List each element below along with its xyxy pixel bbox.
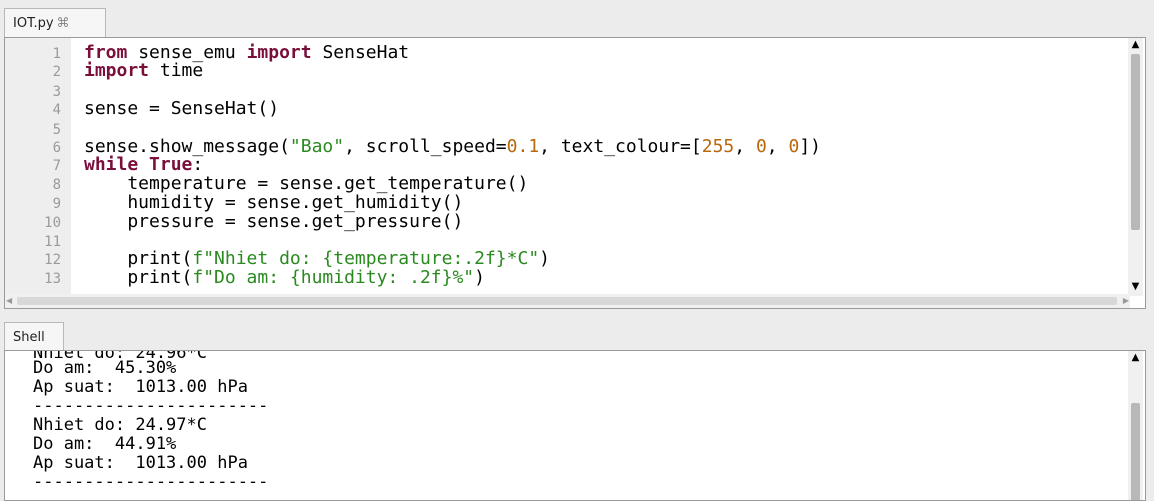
shell-line: Do am: 44.91% (33, 434, 177, 454)
code-editor[interactable]: 1 2 3 4 5 6 7 8 9 10 11 12 13 from sense_emu import … (4, 37, 1146, 309)
code-line: pressure = sense.get_pressure() (84, 213, 463, 231)
tab-label: Shell (13, 330, 45, 345)
code-text: time (149, 60, 204, 81)
shell-line: Ap suat: 1013.00 hPa (33, 453, 248, 473)
code-text: , scroll_speed= (344, 136, 507, 157)
line-number: 7 (52, 158, 61, 174)
scroll-down-arrow-icon[interactable]: ▼ (1128, 282, 1143, 292)
scroll-right-arrow-icon[interactable]: ▶ (1123, 296, 1129, 305)
close-tab-icon[interactable]: ⌘ (57, 16, 70, 31)
scroll-up-arrow-icon[interactable]: ▲ (1128, 353, 1143, 363)
code-text: ]) (799, 136, 821, 157)
code-text: temperature = sense.get_temperature() (84, 173, 529, 194)
code-text: , (766, 136, 789, 157)
code-number: 0 (788, 136, 800, 157)
line-number-gutter: 1 2 3 4 5 6 7 8 9 10 11 12 13 (5, 38, 71, 296)
line-number: 1 (52, 46, 61, 62)
shell-line: ----------------------- (33, 396, 269, 416)
scroll-left-arrow-icon[interactable]: ◀ (6, 296, 12, 305)
code-line: while True: (84, 156, 203, 174)
code-text: : (192, 154, 204, 175)
code-line: print(f"Do am: {humidity: .2f}%") (84, 269, 485, 287)
code-line: temperature = sense.get_temperature() (84, 175, 528, 193)
code-line: humidity = sense.get_humidity() (84, 194, 463, 212)
code-text: SenseHat (311, 42, 410, 63)
shell-line: ----------------------- (33, 472, 269, 492)
line-number: 6 (52, 140, 61, 156)
code-text: pressure = sense.get_pressure() (84, 211, 464, 232)
shell-line: Nhiet do: 24.97*C (33, 415, 207, 435)
tab-iot-py[interactable]: IOT.py ⌘ (4, 8, 106, 38)
code-keyword: True (149, 154, 193, 175)
code-text: , text_colour=[ (539, 136, 702, 157)
code-text: ) (474, 267, 485, 288)
code-string: "Bao" (289, 136, 345, 157)
code-text: ) (539, 248, 550, 269)
code-number: 0 (755, 136, 767, 157)
shell-scroll-thumb[interactable] (1131, 403, 1140, 500)
code-keyword: import (84, 60, 150, 81)
code-string: f"Nhiet do: {temperature:.2f}*C" (192, 248, 540, 269)
editor-horizontal-scrollbar[interactable]: ◀ ▶ (5, 294, 1130, 308)
line-number: 2 (52, 64, 61, 80)
shell-line: Ap suat: 1013.00 hPa (33, 377, 248, 397)
code-line: sense = SenseHat() (84, 100, 279, 118)
line-number: 9 (52, 196, 61, 212)
code-text: print( (84, 267, 193, 288)
code-string: f"Do am: {humidity: .2f}%" (192, 267, 475, 288)
code-line: import time (84, 62, 203, 80)
shell-output[interactable]: Nhiet do: 24.96*C Do am: 45.30% Ap suat: … (4, 350, 1146, 501)
line-number: 8 (52, 177, 61, 193)
code-keyword: import (246, 42, 312, 63)
line-number: 3 (52, 84, 61, 100)
line-number: 10 (44, 215, 61, 231)
line-number: 12 (44, 252, 61, 268)
code-text: humidity = sense.get_humidity() (84, 192, 464, 213)
line-number: 5 (52, 122, 61, 138)
code-keyword: while (84, 154, 139, 175)
editor-vertical-scrollbar[interactable]: ▲ ▼ (1128, 38, 1143, 296)
editor-horizontal-scroll-thumb[interactable] (17, 297, 1117, 305)
line-number: 4 (52, 102, 61, 118)
code-number: 255 (701, 136, 735, 157)
line-number: 13 (44, 271, 61, 287)
shell-line: Do am: 45.30% (33, 358, 177, 378)
code-text: print( (84, 248, 193, 269)
shell-vertical-scrollbar[interactable]: ▲ (1128, 351, 1143, 500)
scroll-up-arrow-icon[interactable]: ▲ (1128, 40, 1143, 50)
code-number: 0.1 (506, 136, 540, 157)
code-text: , (734, 136, 756, 157)
tab-shell[interactable]: Shell (4, 322, 64, 352)
code-text: sense = SenseHat() (84, 98, 280, 119)
line-number: 11 (44, 234, 61, 250)
tab-label: IOT.py (13, 16, 54, 31)
editor-scroll-thumb[interactable] (1131, 54, 1140, 230)
code-line: print(f"Nhiet do: {temperature:.2f}*C") (84, 250, 550, 268)
